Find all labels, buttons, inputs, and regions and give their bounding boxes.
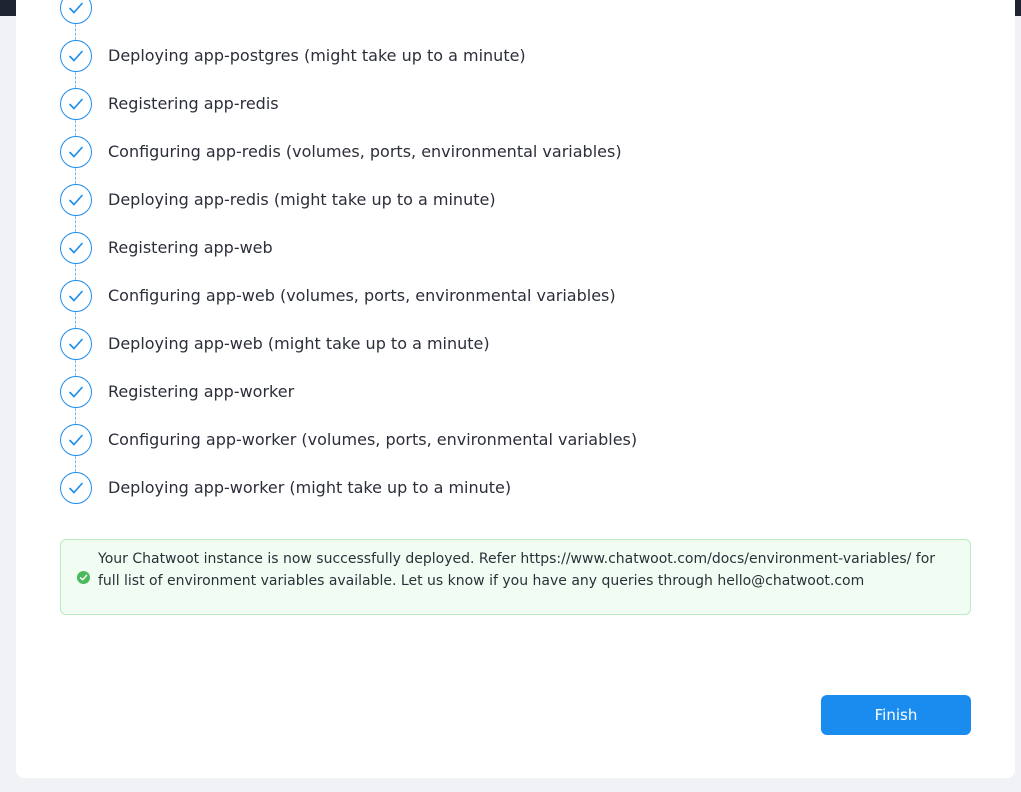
step-label: Configuring app-redis (volumes, ports, e… [108,142,622,161]
step-connector [75,360,76,376]
step-item: Deploying app-worker (might take up to a… [60,472,960,504]
step-item: Deploying app-postgres (might take up to… [60,40,960,72]
step-label: Registering app-worker [108,382,295,401]
step-label: Deploying app-redis (might take up to a … [108,190,496,209]
step-connector [75,168,76,184]
success-alert: Your Chatwoot instance is now successful… [60,539,971,615]
step-label: Configuring app-worker (volumes, ports, … [108,430,638,449]
step-connector [75,72,76,88]
step-item: Deploying app-web (might take up to a mi… [60,328,960,360]
step-item: Registering app-web [60,232,960,264]
success-message: Your Chatwoot instance is now successful… [98,551,936,589]
step-connector [75,264,76,280]
check-icon [60,136,92,168]
check-icon [60,328,92,360]
step-item: Configuring app-web (volumes, ports, env… [60,280,960,312]
check-circle-icon [77,571,90,584]
step-connector [75,456,76,472]
check-icon [60,280,92,312]
step-item: Deploying app-redis (might take up to a … [60,184,960,216]
check-icon [60,40,92,72]
check-icon [60,184,92,216]
step-label: Deploying app-worker (might take up to a… [108,478,512,497]
step-label: Configuring app-web (volumes, ports, env… [108,286,616,305]
check-icon [60,424,92,456]
check-icon [60,0,92,24]
step-item: Configuring app-worker (volumes, ports, … [60,424,960,456]
step-item: Configuring app-redis (volumes, ports, e… [60,136,960,168]
step-item: Registering app-redis [60,88,960,120]
step-connector [75,24,76,40]
step-item: Registering app-worker [60,376,960,408]
step-label: Registering app-web [108,238,273,257]
step-connector [75,216,76,232]
step-label: Deploying app-web (might take up to a mi… [108,334,490,353]
check-icon [60,88,92,120]
deployment-card: Deploying app-postgres (might take up to… [16,0,1015,778]
check-icon [60,376,92,408]
step-label: Registering app-redis [108,94,279,113]
check-icon [60,232,92,264]
check-icon [60,472,92,504]
step-label: Deploying app-postgres (might take up to… [108,46,526,65]
step-item [60,0,960,24]
step-connector [75,408,76,424]
finish-button[interactable]: Finish [821,695,971,735]
step-connector [75,120,76,136]
step-connector [75,312,76,328]
